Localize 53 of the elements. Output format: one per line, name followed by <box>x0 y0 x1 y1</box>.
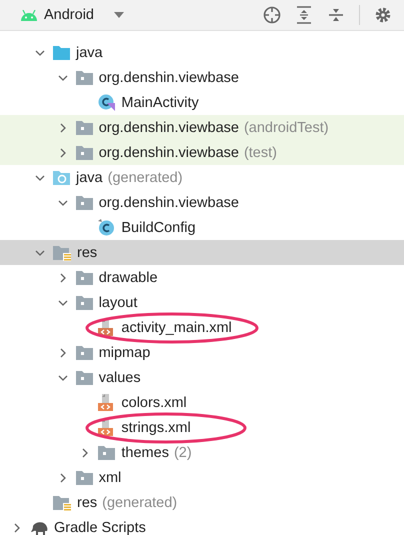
tree-item-label[interactable]: org.denshin.viewbase <box>98 120 239 136</box>
folder-icon <box>76 370 93 385</box>
tree-row[interactable]: res <box>0 240 404 265</box>
tree-item-label[interactable]: res <box>77 244 98 260</box>
settings-icon <box>374 6 392 24</box>
xml-file-icon <box>98 394 116 412</box>
tree-item-label[interactable]: org.denshin.viewbase <box>98 194 239 210</box>
folder-icon <box>76 270 93 285</box>
caret-icon <box>112 11 126 19</box>
tree-item-note: (2) <box>174 444 192 460</box>
folder-icon <box>98 445 116 460</box>
folder-icon <box>76 470 93 485</box>
xml-file-icon <box>98 318 116 336</box>
tree-item-label[interactable]: mipmap <box>98 344 150 360</box>
folder-icon <box>53 45 70 60</box>
tree-row[interactable]: org.denshin.viewbase (test) <box>0 140 404 165</box>
android-icon <box>20 10 38 20</box>
tree-item-label[interactable]: org.denshin.viewbase <box>98 70 239 86</box>
tree-row[interactable]: org.denshin.viewbase (androidTest) <box>0 115 404 140</box>
view-selector[interactable]: Android <box>20 7 126 23</box>
tree-item-label[interactable]: drawable <box>98 270 158 286</box>
tree-item-label[interactable]: java <box>76 44 103 60</box>
tree-item-label[interactable]: Gradle Scripts <box>54 520 146 535</box>
tree-item-label[interactable]: themes <box>121 444 169 460</box>
tree-item-note: (generated) <box>102 494 178 510</box>
crosshair-icon <box>263 6 281 24</box>
folder-icon <box>76 70 93 85</box>
xml-file-icon <box>98 418 116 436</box>
tree-item-note: (androidTest) <box>244 120 329 136</box>
collapse-all-icon <box>328 6 344 24</box>
resource-folder-icon <box>53 494 71 510</box>
folder-icon <box>53 170 70 185</box>
kotlin-class-icon <box>98 94 116 111</box>
tree-item-label[interactable]: layout <box>98 294 138 310</box>
elephant-icon <box>30 520 48 534</box>
tree-item-note: (generated) <box>108 170 183 186</box>
tree-item-label[interactable]: java <box>76 170 103 186</box>
tree-item-label[interactable]: BuildConfig <box>121 220 196 236</box>
tree-item-label[interactable]: res <box>77 494 98 510</box>
tree-item-label[interactable]: xml <box>98 470 122 486</box>
tree-item-label[interactable]: values <box>98 370 141 386</box>
folder-icon <box>76 345 93 360</box>
folder-icon <box>76 145 93 160</box>
tree-item-note: (test) <box>244 144 277 160</box>
tree-item-label[interactable]: MainActivity <box>121 94 199 110</box>
expand-all-icon <box>296 6 312 24</box>
folder-icon <box>76 120 93 135</box>
folder-icon <box>76 195 93 210</box>
resource-folder-icon <box>53 244 71 260</box>
class-icon <box>98 219 116 236</box>
tree-item-label[interactable]: org.denshin.viewbase <box>98 144 239 160</box>
folder-icon <box>76 295 93 310</box>
tree-item-label[interactable]: colors.xml <box>121 394 187 410</box>
